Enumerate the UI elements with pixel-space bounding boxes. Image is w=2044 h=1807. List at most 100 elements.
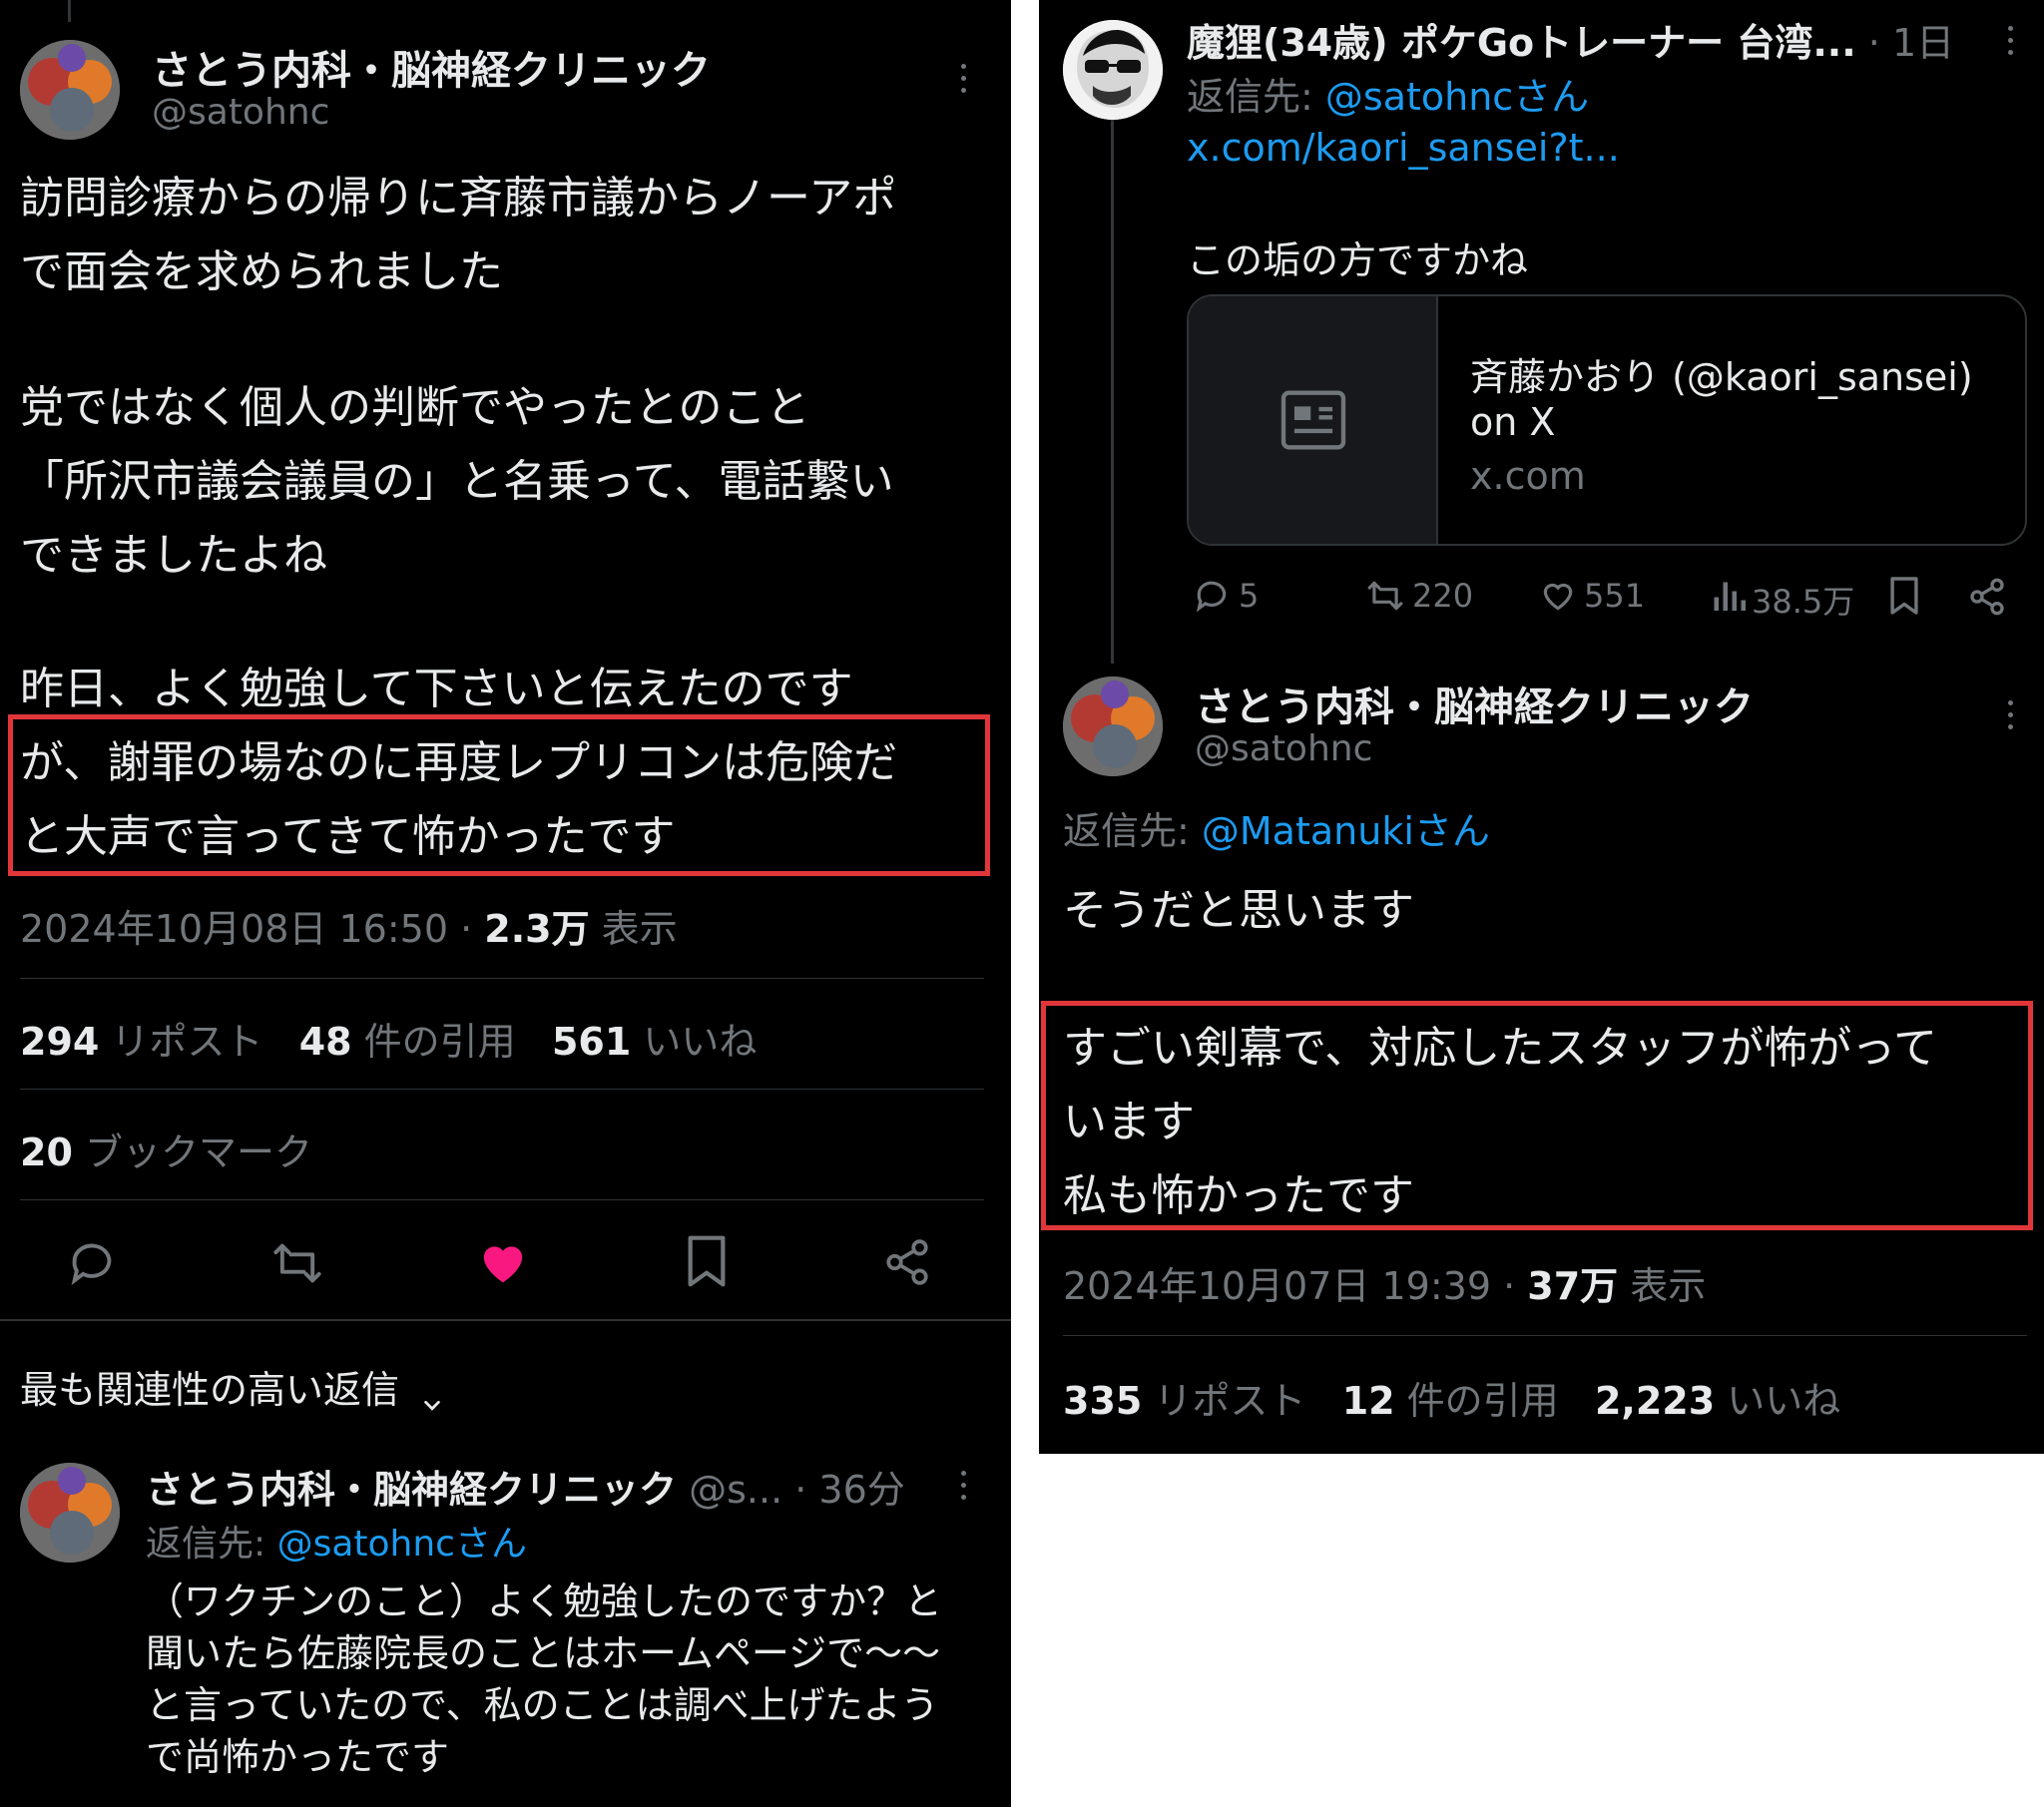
engagement-stats: 335 リポスト 12 件の引用 2,223 いいね [1063, 1370, 1840, 1425]
thread-connector-line [68, 0, 71, 22]
tweet-text-line: できましたよね [20, 530, 327, 581]
reply-text-line: で尚怖かったです [146, 1735, 450, 1779]
reply-icon[interactable] [66, 1237, 118, 1289]
repost-count[interactable]: 220 [1412, 577, 1473, 615]
repost-icon[interactable] [1364, 577, 1406, 615]
reply-header: さとう内科・脳神経クリニック @s... · 36分 [146, 1459, 905, 1514]
tweet-text-line: 党ではなく個人の判断でやったとのこと [20, 382, 810, 433]
divider [1063, 1335, 2027, 1336]
reply-sort-dropdown[interactable]: 最も関連性の高い返信 [20, 1359, 443, 1414]
card-title-line: 斉藤かおり (@kaori_sansei) [1470, 355, 1973, 399]
reply-to-label: 返信先: [1063, 809, 1202, 853]
article-icon [1280, 390, 1346, 450]
author-handle[interactable]: @satohnc [152, 92, 329, 133]
reply-to-handle-link[interactable]: @satohncさん [277, 1524, 527, 1565]
avatar[interactable] [20, 40, 120, 140]
reposts-label[interactable]: リポスト [111, 1020, 262, 1064]
bookmark-icon[interactable] [683, 1233, 731, 1289]
views-icon[interactable] [1710, 577, 1746, 615]
timestamp-text: 2024年10月08日 16:50 · [20, 907, 485, 951]
reply-count[interactable]: 5 [1239, 577, 1259, 615]
reply-text-line: （ワクチンのこと）よく勉強したのですか？と [146, 1580, 943, 1623]
more-options-icon[interactable] [961, 1471, 969, 1507]
avatar[interactable] [1063, 20, 1163, 120]
author-name[interactable]: さとう内科・脳神経クリニック [1195, 675, 1754, 732]
reply-time[interactable]: · 36分 [794, 1468, 905, 1512]
more-options-icon[interactable] [961, 64, 969, 100]
views-label: 表示 [589, 907, 678, 951]
tweet-timestamp: 2024年10月08日 16:50 · 2.3万 表示 [20, 898, 678, 953]
reply-to-handle-link[interactable]: @satohncさん [1325, 75, 1589, 119]
tweet-text-line: 「所沢市議会議員の」と名乗って、電話繋い [20, 456, 894, 507]
share-icon[interactable] [1967, 577, 2007, 617]
tweet-timestamp: 2024年10月07日 19:39 · 37万 表示 [1063, 1255, 1706, 1310]
repost-icon[interactable] [269, 1237, 325, 1289]
more-options-icon[interactable] [2008, 700, 2016, 736]
tweet-text-line: そうだと思います [1063, 885, 1414, 936]
share-icon[interactable] [882, 1235, 932, 1289]
card-domain: x.com [1470, 454, 1586, 498]
like-count[interactable]: 551 [1584, 577, 1645, 615]
avatar[interactable] [20, 1463, 120, 1563]
tweet-text-line: 訪問診療からの帰りに斉藤市議からノーアポ [20, 173, 897, 224]
tweet-text-line: 昨日、よく勉強して下さいと伝えたのです [20, 664, 853, 714]
divider [0, 1319, 1011, 1321]
avatar[interactable] [1063, 677, 1163, 776]
reply-text-line: と言っていたので、私のことは調べ上げたよう [146, 1683, 939, 1727]
reposts-count[interactable]: 294 [20, 1020, 99, 1064]
reply-to-line: 返信先: @Matanukiさん [1063, 800, 1490, 855]
views-label: 表示 [1618, 1264, 1707, 1308]
heart-icon[interactable] [1538, 577, 1578, 615]
views-count[interactable]: 38.5万 [1752, 577, 1854, 623]
highlight-box [1041, 1001, 2033, 1230]
views-count: 2.3万 [484, 907, 590, 951]
bookmarks-label[interactable]: ブックマーク [85, 1130, 312, 1174]
card-title-line: on X [1470, 400, 1556, 444]
likes-count[interactable]: 561 [552, 1020, 631, 1064]
timestamp-text: 2024年10月07日 19:39 · [1063, 1264, 1528, 1308]
divider [20, 1089, 984, 1090]
reposts-label[interactable]: リポスト [1154, 1379, 1305, 1423]
quotes-label[interactable]: 件の引用 [1407, 1379, 1559, 1423]
reply-author-name[interactable]: さとう内科・脳神経クリニック [146, 1468, 677, 1512]
engagement-stats: 294 リポスト 48 件の引用 561 いいね [20, 1011, 757, 1066]
quotes-count[interactable]: 12 [1342, 1379, 1395, 1423]
parent-time[interactable]: · 1日 [1868, 21, 1954, 65]
reposts-count[interactable]: 335 [1063, 1379, 1142, 1423]
reply-sort-label: 最も関連性の高い返信 [20, 1368, 400, 1412]
parent-tweet-text: この垢の方ですかね [1187, 238, 1529, 282]
tweet-url-link[interactable]: x.com/kaori_sansei?t... [1187, 126, 1620, 170]
divider [20, 1199, 984, 1200]
bookmark-stats: 20 ブックマーク [20, 1122, 312, 1176]
parent-header: 魔狸(34歳) ポケGoトレーナー 台湾... · 1日 [1187, 12, 1954, 67]
reply-to-line: 返信先: @satohncさん [146, 1515, 527, 1567]
reply-to-handle-link[interactable]: @Matanukiさん [1202, 809, 1490, 853]
tweet-text-line: で面会を求められました [20, 246, 503, 297]
divider [20, 978, 984, 979]
likes-label[interactable]: いいね [643, 1020, 757, 1064]
card-thumbnail [1189, 296, 1438, 544]
author-handle[interactable]: @satohnc [1195, 728, 1372, 769]
reply-to-label: 返信先: [146, 1524, 277, 1565]
right-screenshot-panel: 魔狸(34歳) ポケGoトレーナー 台湾... · 1日 返信先: @satoh… [1039, 0, 2044, 1454]
heart-icon[interactable] [475, 1235, 531, 1289]
thread-connector-line [1111, 120, 1114, 664]
likes-count[interactable]: 2,223 [1595, 1379, 1715, 1423]
reply-author-handle[interactable]: @s... [689, 1468, 782, 1512]
quotes-label[interactable]: 件の引用 [364, 1020, 516, 1064]
chevron-down-icon [421, 1382, 443, 1411]
reply-icon[interactable] [1193, 577, 1231, 615]
bookmark-icon[interactable] [1887, 575, 1921, 617]
likes-label[interactable]: いいね [1727, 1379, 1840, 1423]
reply-to-line: 返信先: @satohncさん [1187, 66, 1589, 121]
parent-author-name[interactable]: 魔狸(34歳) ポケGoトレーナー 台湾... [1187, 21, 1856, 65]
author-name[interactable]: さとう内科・脳神経クリニック [152, 38, 711, 96]
more-options-icon[interactable] [2008, 26, 2016, 62]
reply-text-line: 聞いたら佐藤院長のことはホームページで〜〜 [146, 1631, 941, 1675]
views-count: 37万 [1527, 1264, 1619, 1308]
quotes-count[interactable]: 48 [299, 1020, 352, 1064]
highlight-box [8, 714, 990, 876]
link-preview-card[interactable]: 斉藤かおり (@kaori_sansei) on X x.com [1187, 294, 2027, 546]
reply-to-label: 返信先: [1187, 75, 1325, 119]
bookmarks-count[interactable]: 20 [20, 1130, 73, 1174]
